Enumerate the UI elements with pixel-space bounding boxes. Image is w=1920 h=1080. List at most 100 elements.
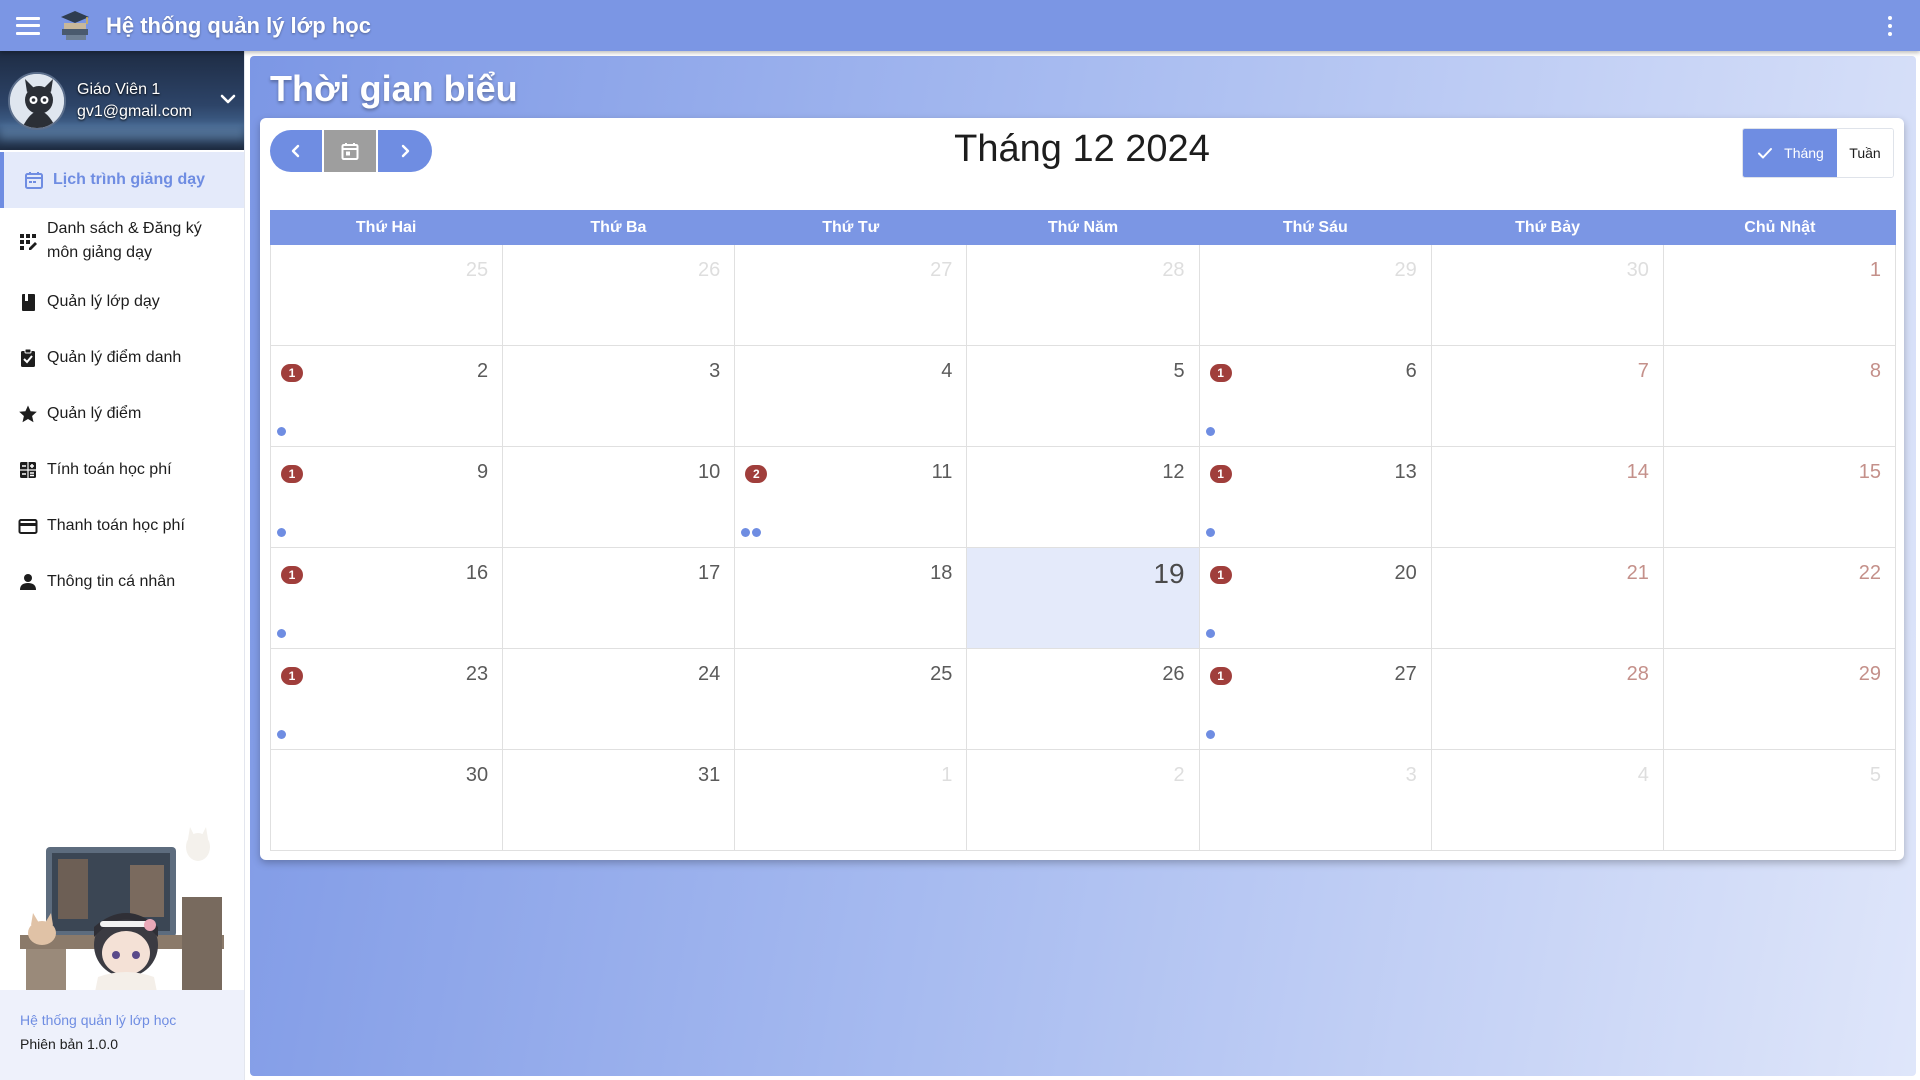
profile-email: gv1@gmail.com: [77, 102, 192, 120]
view-week-label: Tuần: [1849, 145, 1881, 161]
day-cell[interactable]: 13 1: [1199, 447, 1432, 548]
day-cell[interactable]: 28: [967, 245, 1200, 346]
day-cell[interactable]: 27 1: [1199, 649, 1432, 750]
day-cell[interactable]: 14: [1431, 447, 1664, 548]
day-cell[interactable]: 1: [735, 750, 968, 851]
day-number: 4: [1637, 764, 1649, 786]
day-cell[interactable]: 7: [1431, 346, 1664, 447]
day-cell[interactable]: 11 2: [735, 447, 968, 548]
event-dots: [1205, 730, 1215, 739]
day-number: 28: [1626, 663, 1649, 685]
event-dot: [277, 528, 286, 537]
view-month-button[interactable]: Tháng: [1743, 129, 1837, 177]
more-vert-icon[interactable]: [1887, 16, 1893, 36]
day-number: 25: [465, 259, 489, 281]
avatar: [8, 71, 66, 130]
sidebar-item-label: Lịch trình giảng dạy: [53, 171, 206, 188]
day-cell[interactable]: 15: [1663, 447, 1896, 548]
day-cell[interactable]: 24: [503, 649, 736, 750]
apps-icon: [17, 230, 39, 252]
user-profile-header[interactable]: Giáo Viên 1 gv1@gmail.com: [0, 51, 244, 150]
day-number: 12: [1162, 461, 1185, 483]
view-week-button[interactable]: Tuần: [1837, 129, 1893, 177]
day-cell[interactable]: 91: [271, 447, 504, 548]
event-dots: [277, 427, 286, 436]
chevron-down-icon[interactable]: [218, 89, 238, 109]
day-number: 8: [1869, 360, 1881, 382]
event-count-badge: 1: [1209, 566, 1232, 584]
day-cell[interactable]: 27: [735, 245, 968, 346]
sidebar-item-subjects[interactable]: Danh sách & Đăng ký môn giảng dạy: [0, 208, 244, 274]
day-number: 21: [1626, 562, 1649, 584]
event-count-badge: 1: [1209, 364, 1232, 382]
day-cell[interactable]: 25: [735, 649, 968, 750]
day-cell[interactable]: 12: [967, 447, 1200, 548]
footer-app-name: Hệ thống quản lý lớp học: [20, 1012, 177, 1028]
day-cell[interactable]: 22: [1663, 548, 1896, 649]
day-cell[interactable]: 61: [1199, 346, 1432, 447]
calendar-today-icon: [341, 143, 359, 160]
sidebar-item-classes[interactable]: Quản lý lớp dạy: [0, 274, 244, 330]
day-number: 13: [1394, 461, 1417, 483]
weekday-label: Thứ Bảy: [1515, 219, 1581, 236]
day-cell[interactable]: 4: [1431, 750, 1664, 851]
day-cell-today[interactable]: 19: [967, 548, 1200, 649]
next-month-button[interactable]: [378, 130, 432, 172]
event-count-badge: 1: [1209, 465, 1232, 483]
day-cell[interactable]: 29: [1199, 245, 1432, 346]
day-cell[interactable]: 26: [967, 649, 1200, 750]
event-dot: [741, 528, 751, 537]
day-cell[interactable]: 21: [1431, 548, 1664, 649]
day-number: 6: [1405, 360, 1417, 382]
day-cell[interactable]: 16 1: [271, 548, 504, 649]
day-cell[interactable]: 18: [735, 548, 968, 649]
event-dots: [277, 528, 286, 537]
day-cell[interactable]: 2: [967, 750, 1200, 851]
day-cell[interactable]: 25: [271, 245, 504, 346]
day-cell[interactable]: 30: [1431, 245, 1664, 346]
day-number: 29: [1394, 259, 1417, 281]
day-number: 25: [930, 663, 953, 685]
day-cell[interactable]: 29: [1663, 649, 1896, 750]
sidebar-item-tuition-calc[interactable]: Tính toán học phí: [0, 442, 244, 498]
day-cell[interactable]: 17: [503, 548, 736, 649]
sidebar-item-grades[interactable]: Quản lý điểm: [0, 386, 244, 442]
day-cell[interactable]: 26: [503, 245, 736, 346]
day-cell[interactable]: 31: [503, 750, 736, 851]
day-cell[interactable]: 8: [1663, 346, 1896, 447]
sidebar-item-schedule[interactable]: Lịch trình giảng dạy: [0, 152, 244, 208]
menu-icon[interactable]: [16, 16, 40, 35]
day-number: 23: [465, 663, 489, 685]
day-number: 4: [941, 360, 953, 382]
person-icon: [17, 571, 39, 593]
chevron-left-icon: [291, 144, 300, 158]
event-dot: [1205, 730, 1215, 739]
day-cell[interactable]: 3: [1199, 750, 1432, 851]
day-cell[interactable]: 5: [967, 346, 1200, 447]
event-dot: [1205, 427, 1215, 436]
day-cell[interactable]: 30: [271, 750, 504, 851]
weekday-label: Thứ Tư: [822, 219, 880, 236]
day-number: 20: [1394, 562, 1417, 584]
day-cell[interactable]: 5: [1663, 750, 1896, 851]
day-cell[interactable]: 10: [503, 447, 736, 548]
prev-month-button[interactable]: [270, 130, 324, 172]
today-button[interactable]: [324, 130, 378, 172]
sidebar-item-profile[interactable]: Thông tin cá nhân: [0, 554, 244, 610]
day-cell[interactable]: 20 1: [1199, 548, 1432, 649]
event-dots: [277, 730, 286, 739]
day-cell[interactable]: 4: [735, 346, 968, 447]
sidebar-item-tuition-pay[interactable]: Thanh toán học phí: [0, 498, 244, 554]
day-cell[interactable]: 1: [1663, 245, 1896, 346]
event-dots: [277, 629, 286, 638]
day-cell[interactable]: 3: [503, 346, 736, 447]
event-count-badge: 1: [281, 465, 303, 483]
day-number: 3: [709, 360, 721, 382]
sidebar-item-attendance[interactable]: Quản lý điểm danh: [0, 330, 244, 386]
day-number: 3: [1405, 764, 1417, 786]
sidebar-item-label: Quản lý điểm: [47, 405, 142, 422]
day-cell[interactable]: 28: [1431, 649, 1664, 750]
view-toggle: Tháng Tuần: [1742, 128, 1894, 178]
day-cell[interactable]: 21: [271, 346, 504, 447]
day-cell[interactable]: 23 1: [271, 649, 504, 750]
